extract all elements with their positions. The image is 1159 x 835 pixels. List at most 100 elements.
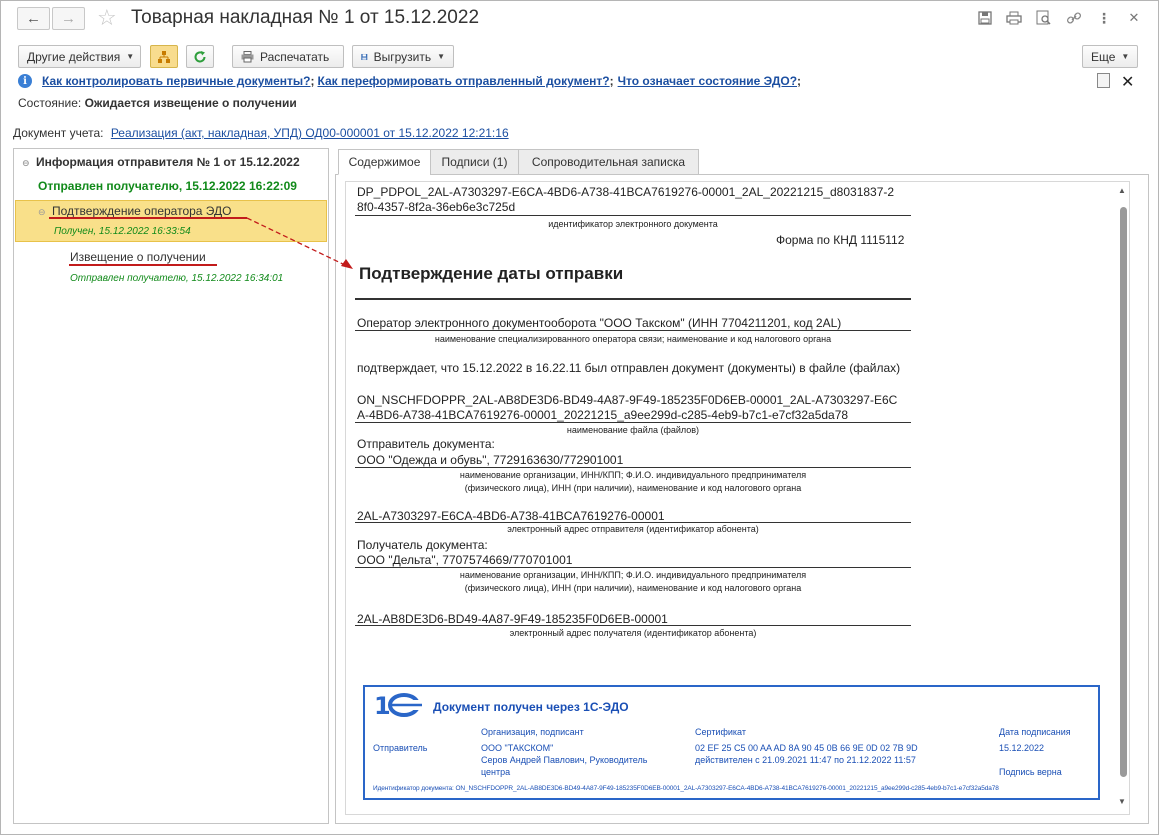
doc-ref-link[interactable]: Реализация (акт, накладная, УПД) ОД00-00… [111, 126, 509, 140]
printer-icon [241, 50, 254, 62]
export-icon [361, 53, 368, 60]
receiver-name: ООО "Дельта", 7707574669/770701001 [357, 553, 573, 567]
1c-logo-icon: 1 [374, 692, 422, 718]
more-button[interactable]: Еще ▼ [1082, 45, 1138, 68]
tree-item-label: Извещение о получении [70, 250, 206, 264]
sender-address: 2AL-A7303297-E6CA-4BD6-A738-41BCA7619276… [357, 509, 665, 523]
stamp-title: Документ получен через 1С-ЭДО [433, 700, 629, 714]
stamp-signer-2: центра [481, 767, 511, 777]
doc-ref-label: Документ учета: [13, 126, 104, 140]
accounting-document-line: Документ учета: Реализация (акт, накладн… [13, 126, 509, 140]
receiver-address: 2AL-AB8DE3D6-BD49-4A87-9F49-185235F0D6EB… [357, 612, 668, 626]
hierarchy-icon [158, 50, 170, 63]
other-actions-button[interactable]: Другие действия ▼ [18, 45, 141, 68]
stamp-sig-ok: Подпись верна [999, 767, 1062, 777]
stamp-signer: Серов Андрей Павлович, Руководитель [481, 755, 648, 765]
more-label: Еще [1091, 49, 1116, 64]
close-help-icon[interactable]: ✕ [1121, 72, 1134, 92]
arrow-left-icon: ← [26, 10, 41, 27]
refresh-button[interactable] [186, 45, 214, 68]
help-link-control[interactable]: Как контролировать первичные документы? [42, 74, 311, 88]
tree-root-label: Информация отправителя № 1 от 15.12.2022 [36, 155, 300, 169]
back-button[interactable]: ← [17, 7, 50, 30]
tree-root[interactable]: ⊖ Информация отправителя № 1 от 15.12.202… [22, 155, 300, 169]
help-link-edo-state[interactable]: Что означает состояние ЭДО? [618, 74, 797, 88]
operator-caption: наименование специализированного операто… [434, 334, 832, 344]
page-title: Товарная накладная № 1 от 15.12.2022 [131, 7, 480, 28]
doc-id-line1: DP_PDPOL_2AL-A7303297-E6CA-4BD6-A738-41B… [357, 185, 895, 199]
favorite-star-icon[interactable]: ☆ [97, 5, 117, 31]
doc-id-line2: 8f0-4357-8f2a-36eb6e3c725d [357, 200, 516, 214]
tab-content[interactable]: Содержимое [338, 149, 431, 175]
help-separator: ; [609, 74, 614, 88]
print-label: Распечатать [260, 49, 330, 64]
refresh-icon [194, 50, 206, 62]
state-value: Ожидается извещение о получении [84, 96, 297, 110]
tree-item-operator-confirmation[interactable]: ⊖ Подтверждение оператора ЭДО [38, 204, 232, 218]
help-link-reform[interactable]: Как переформировать отправленный докумен… [318, 74, 610, 88]
sender-address-caption: электронный адрес отправителя (идентифик… [507, 524, 759, 534]
stamp-col-date: Дата подписания [999, 727, 1071, 737]
print-button[interactable]: Распечатать [232, 45, 344, 68]
tree-item-receipt-notice[interactable]: Извещение о получении [70, 250, 206, 264]
print-icon[interactable] [1005, 9, 1023, 27]
sender-label: Отправитель документа: [357, 437, 495, 451]
file-caption: наименование файла (файлов) [566, 425, 700, 435]
state-line: Состояние: Ожидается извещение о получен… [18, 96, 297, 110]
confirms-text: подтверждает, что 15.12.2022 в 16.22.11 … [357, 361, 901, 375]
help-separator: ; [310, 74, 315, 88]
note-icon[interactable] [1097, 73, 1110, 88]
scroll-thumb[interactable] [1120, 207, 1127, 777]
document-scrollbar[interactable]: ▲ ▼ [1117, 183, 1129, 813]
operator-name: Оператор электронного документооборота "… [357, 316, 842, 330]
close-window-icon[interactable]: ✕ [1125, 9, 1143, 27]
collapse-icon[interactable]: ⊖ [38, 207, 52, 218]
receiver-org-caption1: наименование организации, ИНН/КПП; Ф.И.О… [459, 570, 807, 580]
tree-root-status: Отправлен получателю, 15.12.2022 16:22:0… [38, 179, 297, 193]
structure-button[interactable] [150, 45, 178, 68]
help-separator: ; [797, 74, 802, 88]
tab-cover-note[interactable]: Сопроводительная записка [518, 149, 699, 175]
scroll-up-icon[interactable]: ▲ [1118, 186, 1126, 195]
stamp-cert: 02 EF 25 C5 00 AA AD 8A 90 45 0B 66 9E 0… [695, 743, 918, 753]
sender-org-caption1: наименование организации, ИНН/КПП; Ф.И.О… [459, 470, 807, 480]
form-code: Форма по КНД 1115112 [776, 233, 905, 247]
chevron-down-icon: ▼ [1121, 52, 1130, 61]
receiver-label: Получатель документа: [357, 538, 488, 552]
forward-button[interactable]: → [52, 7, 85, 30]
edo-stamp: 1 Документ получен через 1С-ЭДО Организа… [363, 685, 1100, 800]
tree-item-status: Отправлен получателю, 15.12.2022 16:34:0… [70, 273, 284, 284]
stamp-org: ООО "ТАКСКОМ" [481, 743, 554, 753]
doc-id-caption: идентификатор электронного документа [548, 219, 718, 229]
stamp-row-label: Отправитель [373, 743, 428, 753]
info-icon: i [18, 74, 32, 88]
document-window: ← → ☆ Товарная накладная № 1 от 15.12.20… [0, 0, 1159, 835]
export-label: Выгрузить [373, 49, 432, 64]
stamp-col-cert: Сертификат [695, 727, 746, 737]
collapse-icon[interactable]: ⊖ [22, 158, 36, 169]
document-heading: Подтверждение даты отправки [359, 264, 624, 283]
chevron-down-icon: ▼ [126, 52, 135, 61]
link-icon[interactable] [1065, 9, 1083, 27]
more-vertical-icon[interactable]: ⋮ [1095, 9, 1113, 27]
save-icon[interactable] [976, 9, 994, 27]
file-name-line1: ON_NSCHFDOPPR_2AL-AB8DE3D6-BD49-4A87-9F4… [357, 393, 898, 407]
sender-org-caption2: (физического лица), ИНН (при наличии), н… [464, 483, 802, 493]
chevron-down-icon: ▼ [437, 52, 445, 61]
export-button[interactable]: Выгрузить ▼ [352, 45, 454, 68]
title-bar: ← → ☆ Товарная накладная № 1 от 15.12.20… [1, 1, 1158, 37]
receiver-address-caption: электронный адрес получателя (идентифика… [509, 628, 757, 638]
stamp-doc-id: Идентификатор документа: ON_NSCHFDOPPR_2… [373, 785, 999, 792]
file-name-line2: A-4BD6-A738-41BCA7619276-00001_20221215_… [357, 408, 849, 422]
receiver-org-caption2: (физического лица), ИНН (при наличии), н… [464, 583, 802, 593]
stamp-cert-valid: действителен с 21.09.2021 11:47 по 21.12… [695, 755, 916, 765]
preview-icon[interactable] [1035, 9, 1053, 27]
tab-signatures[interactable]: Подписи (1) [430, 149, 519, 175]
tree-item-status: Получен, 15.12.2022 16:33:54 [54, 226, 191, 237]
scroll-down-icon[interactable]: ▼ [1118, 797, 1126, 806]
edo-tree: ⊖ Информация отправителя № 1 от 15.12.202… [13, 148, 329, 824]
sender-name: ООО "Одежда и обувь", 7729163630/7729010… [357, 453, 624, 467]
stamp-col-org: Организация, подписант [481, 727, 584, 737]
arrow-right-icon: → [61, 10, 76, 27]
stamp-date: 15.12.2022 [999, 743, 1045, 753]
